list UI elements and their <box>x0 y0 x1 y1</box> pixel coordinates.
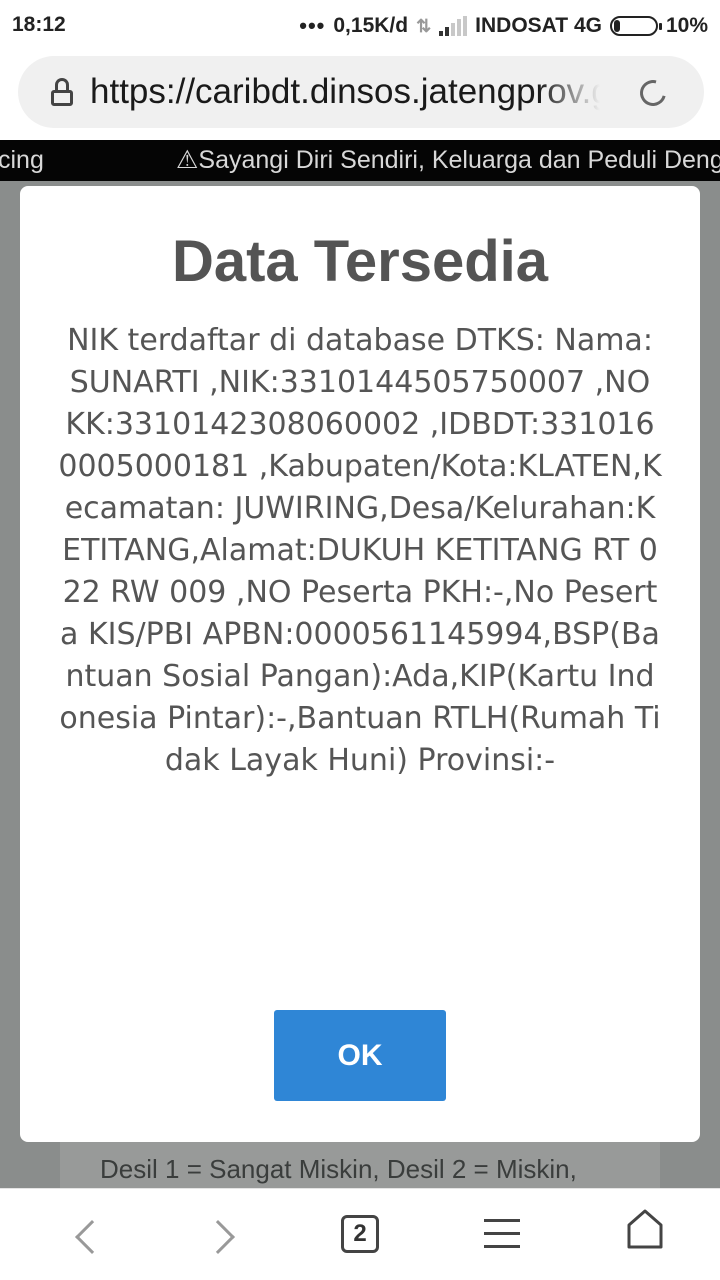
browser-bottom-nav: 2 <box>0 1188 720 1280</box>
background-text: Desil 1 = Sangat Miskin, Desil 2 = Miski… <box>100 1154 577 1184</box>
lock-icon[interactable] <box>50 78 74 106</box>
network-speed: 0,15K/d <box>333 14 409 37</box>
forward-icon[interactable] <box>200 1213 250 1257</box>
warning-icon: ⚠ <box>176 146 199 174</box>
ok-button[interactable]: OK <box>274 1010 446 1101</box>
home-icon[interactable] <box>626 1207 664 1251</box>
browser-toolbar: https://caribdt.dinsos.jatengprov.go.id <box>0 52 720 140</box>
status-right: ••• 0,15K/d ⇅ INDOSAT 4G 10% <box>299 13 708 39</box>
marquee-fragment: cing <box>0 146 44 174</box>
data-transfer-icon: ⇅ <box>416 15 432 36</box>
result-dialog: Data Tersedia NIK terdaftar di database … <box>20 186 700 1142</box>
battery-percent: 10% <box>665 14 708 37</box>
dialog-title: Data Tersedia <box>171 229 549 294</box>
status-time: 18:12 <box>12 13 66 36</box>
notification-dots-icon: ••• <box>299 13 326 38</box>
back-icon[interactable] <box>62 1213 112 1257</box>
url-text[interactable]: https://caribdt.dinsos.jatengprov.go.id <box>90 72 600 112</box>
menu-icon[interactable] <box>484 1219 520 1249</box>
carrier-label: INDOSAT 4G <box>475 14 602 37</box>
marquee-message: ⚠Sayangi Diri Sendiri, Keluarga dan Pedu… <box>176 140 720 181</box>
reload-icon[interactable] <box>635 75 671 111</box>
marquee-banner: cing ⚠Sayangi Diri Sendiri, Keluarga dan… <box>0 140 720 181</box>
status-bar: 18:12 ••• 0,15K/d ⇅ INDOSAT 4G 10% <box>0 0 720 52</box>
dialog-message: NIK terdaftar di database DTKS: Nama:SUN… <box>58 323 662 778</box>
battery-icon <box>609 16 662 36</box>
tabs-icon[interactable]: 2 <box>341 1215 379 1253</box>
signal-icon <box>439 16 468 36</box>
marquee-text: Sayangi Diri Sendiri, Keluarga dan Pedul… <box>198 146 720 174</box>
address-bar[interactable]: https://caribdt.dinsos.jatengprov.go.id <box>18 56 704 128</box>
